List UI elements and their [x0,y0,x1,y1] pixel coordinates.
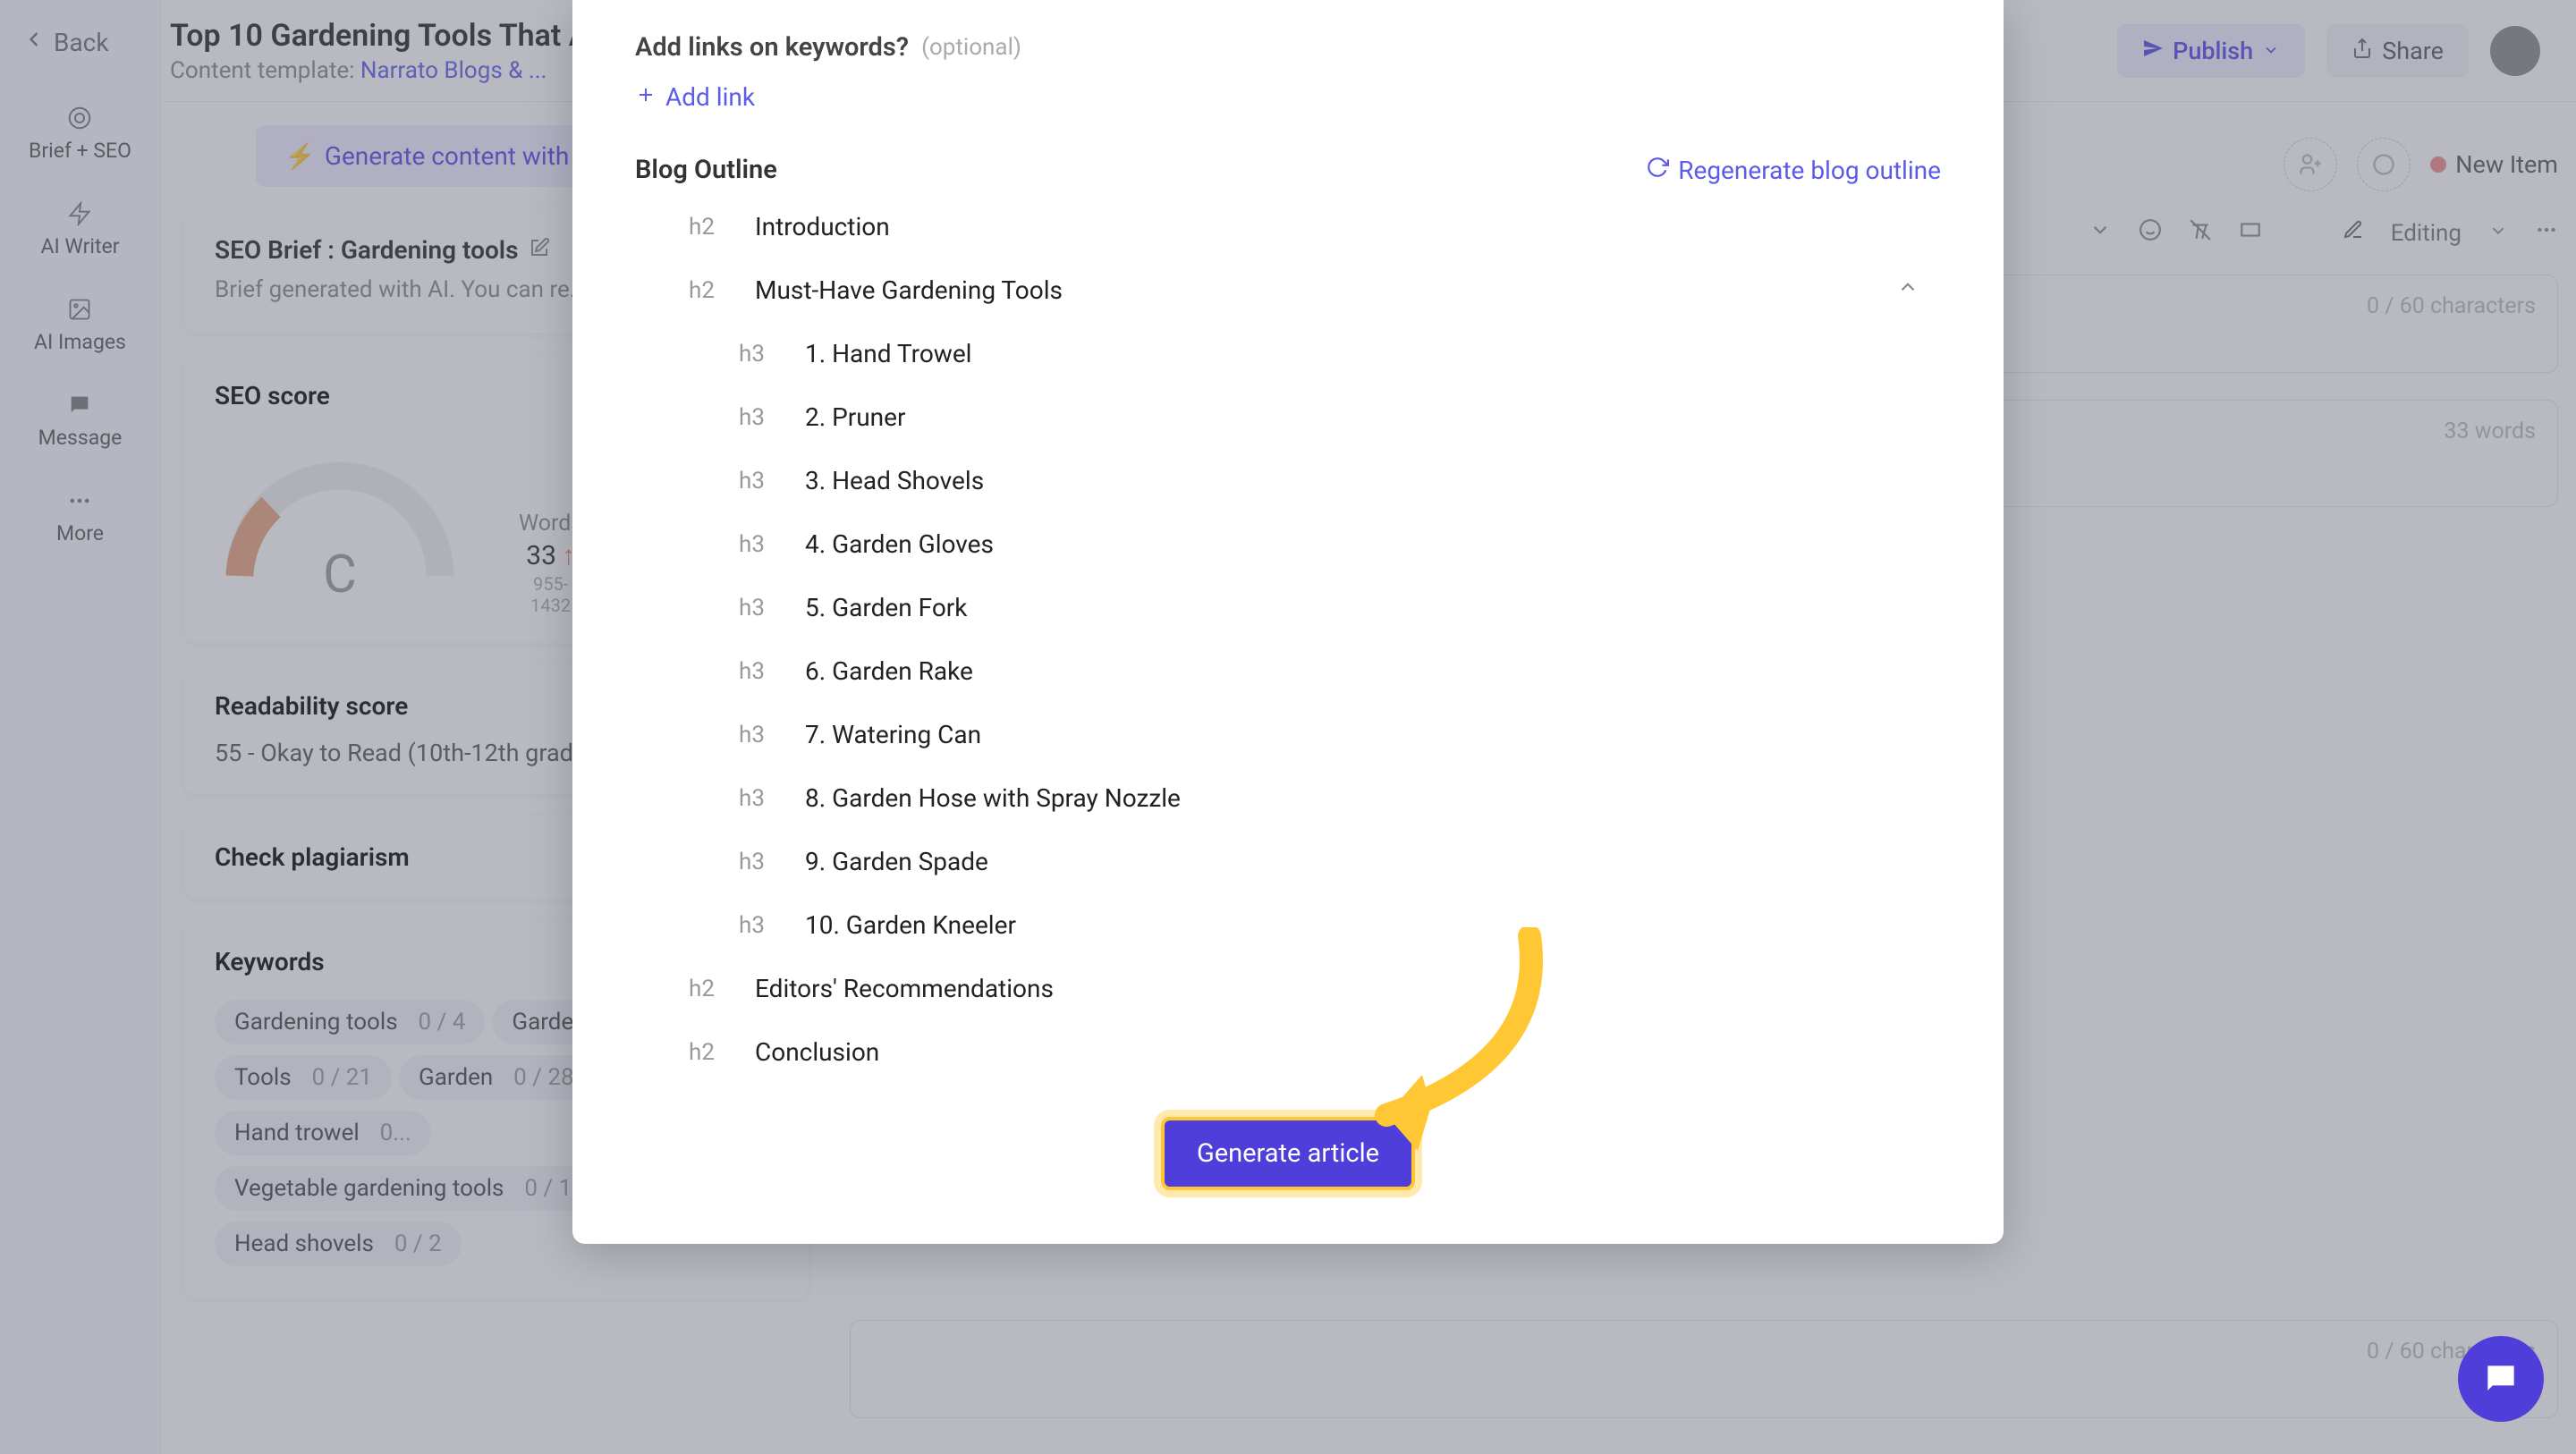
chat-widget[interactable] [2458,1336,2544,1422]
regenerate-button[interactable]: Regenerate blog outline [1646,156,1941,185]
generate-article-button[interactable]: Generate article [1161,1117,1415,1190]
chevron-up-icon[interactable] [1896,275,1941,305]
optional-label: (optional) [921,34,1021,61]
outline-item[interactable]: h33. Head Shovels [689,466,1941,495]
outline-modal: Add links on keywords? (optional) Add li… [572,0,2004,1244]
outline-item[interactable]: h2Introduction [689,212,1941,241]
outline-item[interactable]: h38. Garden Hose with Spray Nozzle [689,783,1941,813]
outline-item[interactable]: h31. Hand Trowel [689,339,1941,368]
outline-item[interactable]: h2Editors' Recommendations [689,974,1941,1003]
outline-item[interactable]: h2Conclusion [689,1037,1941,1067]
outline-heading: Blog Outline [635,155,777,185]
refresh-icon [1646,156,1669,185]
outline-item[interactable]: h36. Garden Rake [689,656,1941,686]
links-question: Add links on keywords? [635,32,909,63]
outline-list: h2Introduction h2Must-Have Gardening Tool… [635,212,1941,1067]
outline-item[interactable]: h35. Garden Fork [689,593,1941,622]
outline-item[interactable]: h32. Pruner [689,402,1941,432]
plus-icon [635,82,657,112]
add-link-button[interactable]: Add link [635,82,1941,112]
outline-item[interactable]: h34. Garden Gloves [689,529,1941,559]
outline-item[interactable]: h310. Garden Kneeler [689,910,1941,940]
outline-item[interactable]: h37. Watering Can [689,720,1941,749]
outline-item[interactable]: h39. Garden Spade [689,847,1941,876]
outline-item[interactable]: h2Must-Have Gardening Tools [689,275,1941,305]
